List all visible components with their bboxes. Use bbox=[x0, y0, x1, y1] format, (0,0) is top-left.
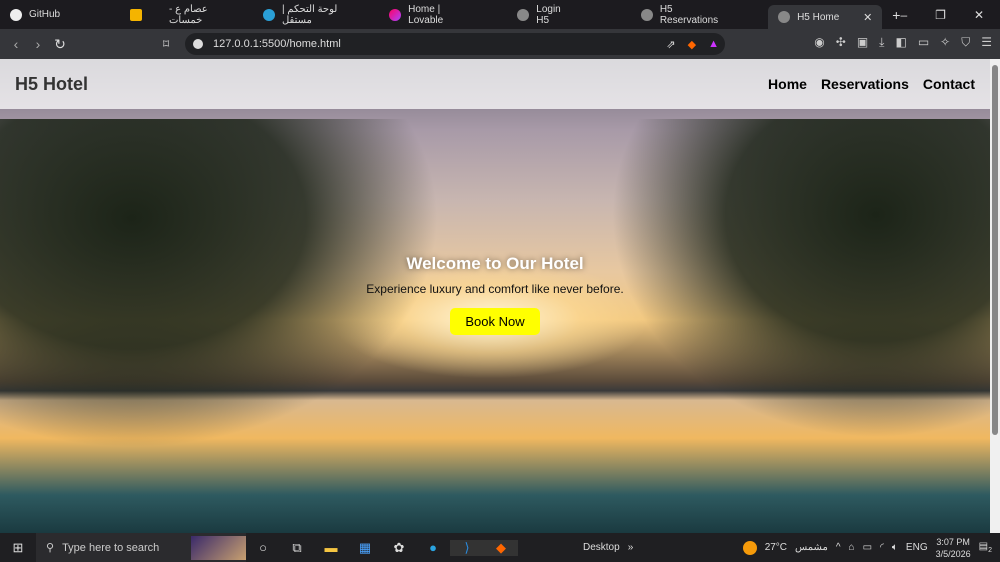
address-bar-row: ‹ › ↻ ⌑ 127.0.0.1:5500/home.html ⇗ ◆ ▲ ◉ ✣ ▣… bbox=[0, 29, 1000, 59]
vpn-icon[interactable]: ⛉ bbox=[961, 35, 970, 50]
lovable-icon bbox=[389, 8, 402, 21]
bookmark-icon[interactable]: ⌑ bbox=[163, 37, 169, 51]
globe-icon bbox=[778, 11, 791, 23]
restore-button[interactable]: ❐ bbox=[935, 8, 946, 22]
globe-icon bbox=[517, 8, 530, 21]
scrollbar[interactable] bbox=[990, 59, 1000, 533]
weather-sun-icon[interactable] bbox=[742, 540, 757, 555]
toolbar-expand-icon[interactable]: » bbox=[628, 542, 634, 553]
share-icon[interactable]: ⇗ bbox=[666, 38, 675, 51]
tab-lovable[interactable]: Home | Lovable bbox=[379, 3, 487, 27]
taskbar: ⊞ ⚲ Type here to search ○ ⧉ ▬ ▦ ✿ ● ⟩ ◆ D… bbox=[0, 533, 1000, 562]
leo-ai-icon[interactable]: ✧ bbox=[940, 35, 950, 50]
telegram-icon[interactable]: ● bbox=[416, 540, 450, 555]
menu-icon[interactable]: ☰ bbox=[981, 35, 992, 50]
tab-github[interactable]: GitHub bbox=[0, 3, 70, 27]
tab-label: H5 Home bbox=[797, 11, 840, 23]
weather-desc[interactable]: مشمس bbox=[795, 542, 828, 553]
close-window-button[interactable]: ✕ bbox=[974, 8, 984, 22]
tab-mostaql[interactable]: لوحة التحكم | مستقل bbox=[253, 3, 379, 27]
url-text: 127.0.0.1:5500/home.html bbox=[213, 38, 341, 50]
taskbar-search[interactable]: ⚲ Type here to search bbox=[36, 533, 246, 562]
hotel-page: H5 Hotel Home Reservations Contact Welco… bbox=[0, 59, 990, 533]
wallet-icon[interactable]: ▭ bbox=[918, 35, 929, 50]
info-icon[interactable] bbox=[193, 39, 203, 49]
task-view-icon[interactable]: ⧉ bbox=[280, 540, 314, 556]
hero-subtitle: Experience luxury and comfort like never… bbox=[366, 282, 624, 296]
site-header: H5 Hotel Home Reservations Contact bbox=[0, 59, 990, 109]
chatgpt-icon[interactable]: ✿ bbox=[382, 540, 416, 556]
site-logo[interactable]: H5 Hotel bbox=[15, 74, 88, 95]
tab-bar: GitHub عصام ع - خمسات لوحة التحكم | مستق… bbox=[0, 0, 1000, 29]
khamsat-icon bbox=[130, 8, 142, 21]
new-tab-button[interactable]: + bbox=[892, 7, 900, 23]
tab-label: عصام ع - خمسات bbox=[169, 3, 208, 26]
notifications-icon[interactable]: ▤2 bbox=[979, 541, 992, 554]
nav-reservations[interactable]: Reservations bbox=[821, 76, 909, 92]
hero-section: Welcome to Our Hotel Experience luxury a… bbox=[0, 254, 990, 335]
language-indicator[interactable]: ENG bbox=[906, 542, 928, 553]
tab-label: لوحة التحكم | مستقل bbox=[281, 3, 338, 26]
camera-icon[interactable]: ◉ bbox=[814, 35, 824, 50]
brave-rewards-icon[interactable]: ▲ bbox=[708, 38, 719, 51]
windows-start-icon[interactable]: ⊞ bbox=[0, 540, 36, 556]
nav-contact[interactable]: Contact bbox=[923, 76, 975, 92]
brave-icon[interactable]: ◆ bbox=[484, 539, 518, 556]
screenshot-icon[interactable]: ▣ bbox=[857, 35, 868, 50]
tab-khamsat[interactable]: عصام ع - خمسات bbox=[120, 3, 253, 27]
chevron-up-icon[interactable]: ^ bbox=[836, 542, 841, 553]
tab-label: GitHub bbox=[29, 9, 61, 20]
back-icon[interactable]: ‹ bbox=[5, 36, 27, 52]
tab-label: Login H5 bbox=[536, 3, 561, 26]
close-tab-icon[interactable]: ✕ bbox=[863, 11, 872, 24]
desktop-toolbar[interactable]: Desktop bbox=[583, 542, 620, 553]
file-explorer-icon[interactable]: ▬ bbox=[314, 540, 348, 555]
battery-icon[interactable]: ▭ bbox=[863, 542, 872, 553]
cortana-icon[interactable]: ○ bbox=[246, 540, 280, 555]
wifi-icon[interactable]: ◜ bbox=[880, 542, 884, 553]
sidebar-icon[interactable]: ◧ bbox=[895, 35, 906, 50]
weather-temp[interactable]: 27°C bbox=[765, 542, 787, 553]
reload-icon[interactable]: ↻ bbox=[49, 36, 71, 53]
notification-count: 2 bbox=[988, 547, 992, 554]
usb-icon[interactable]: ⌂ bbox=[849, 542, 855, 553]
search-highlight-image bbox=[191, 535, 246, 560]
book-now-button[interactable]: Book Now bbox=[450, 308, 540, 335]
search-icon: ⚲ bbox=[46, 542, 55, 554]
extensions-icon[interactable]: ✣ bbox=[836, 35, 846, 50]
brave-shield-icon[interactable]: ◆ bbox=[688, 38, 696, 51]
date: 3/5/2026 bbox=[935, 548, 971, 559]
volume-icon[interactable]: 🔈︎ bbox=[892, 542, 898, 553]
clock[interactable]: 3:07 PM 3/5/2026 bbox=[936, 536, 971, 560]
download-icon[interactable]: ⤓ bbox=[879, 35, 884, 50]
time: 3:07 PM bbox=[936, 536, 970, 547]
url-field[interactable]: 127.0.0.1:5500/home.html ⇗ ◆ ▲ bbox=[185, 33, 725, 55]
forward-icon[interactable]: › bbox=[27, 36, 49, 52]
tab-home[interactable]: H5 Home ✕ bbox=[768, 5, 883, 29]
tab-login[interactable]: Login H5 bbox=[507, 3, 586, 27]
github-icon bbox=[10, 8, 22, 21]
store-icon[interactable]: ▦ bbox=[348, 540, 382, 556]
tab-label: H5 Reservations bbox=[659, 3, 719, 26]
tab-reservations[interactable]: H5 Reservations bbox=[631, 3, 743, 27]
nav-home[interactable]: Home bbox=[768, 76, 807, 92]
mostaql-icon bbox=[263, 8, 275, 21]
tab-label: Home | Lovable bbox=[408, 3, 444, 26]
globe-icon bbox=[640, 8, 653, 21]
scrollbar-thumb[interactable] bbox=[992, 65, 998, 435]
minimize-button[interactable]: – bbox=[900, 8, 907, 22]
hero-title: Welcome to Our Hotel bbox=[406, 254, 584, 273]
search-placeholder: Type here to search bbox=[62, 541, 160, 554]
vscode-icon[interactable]: ⟩ bbox=[450, 539, 484, 556]
